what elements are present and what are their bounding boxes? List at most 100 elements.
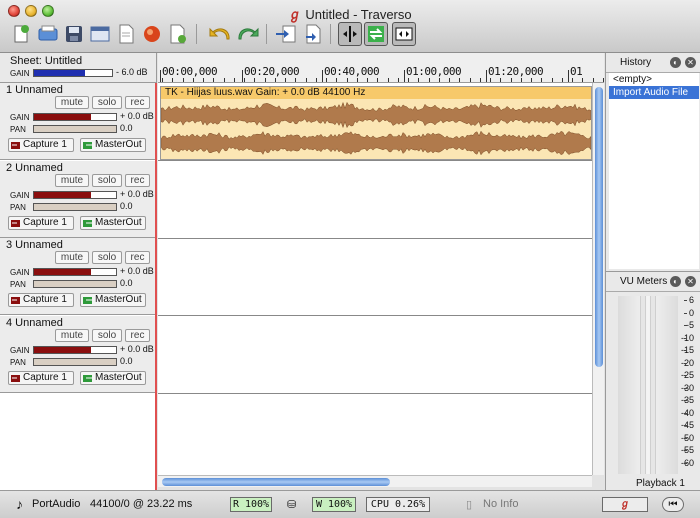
close-panel-icon[interactable]: ✕ xyxy=(685,276,696,287)
track-header[interactable]: 3 Unnamed mute solo rec GAIN + 0.0 dB PA… xyxy=(0,238,155,315)
float-panel-icon[interactable]: ◐ xyxy=(670,57,681,68)
pan-label: PAN xyxy=(10,280,26,289)
ruler-minor-tick xyxy=(275,78,276,82)
horizontal-scroll-thumb[interactable] xyxy=(162,478,390,486)
rec-button[interactable]: rec xyxy=(125,251,150,264)
mute-button[interactable]: mute xyxy=(55,251,89,264)
mute-button[interactable]: mute xyxy=(55,174,89,187)
save-button[interactable] xyxy=(62,22,86,46)
settings-button[interactable] xyxy=(88,22,112,46)
horizontal-scrollbar[interactable] xyxy=(158,475,592,487)
track-pan-slider[interactable] xyxy=(33,203,117,211)
track-name[interactable]: 2 Unnamed xyxy=(6,162,63,174)
output-bus-icon xyxy=(83,142,92,149)
track-gain-slider[interactable] xyxy=(33,191,117,199)
transport-start-button[interactable]: ⏮ xyxy=(662,497,684,512)
audio-clip[interactable]: TK - Hiijas luus.wav Gain: + 0.0 dB 4410… xyxy=(160,86,592,160)
ruler-minor-tick xyxy=(470,78,471,82)
follow-toggle[interactable] xyxy=(364,22,388,46)
waveform-channel xyxy=(161,130,591,156)
track-canvas[interactable]: TK - Hiijas luus.wav Gain: + 0.0 dB 4410… xyxy=(158,83,594,475)
vu-scale-tick xyxy=(684,350,687,351)
vertical-scroll-thumb[interactable] xyxy=(595,87,603,367)
vu-scale-tick xyxy=(684,300,687,301)
clip-button[interactable] xyxy=(302,22,326,46)
lane-divider xyxy=(158,160,594,161)
output-bus-button[interactable]: MasterOut xyxy=(80,138,146,152)
zoom-fit-icon xyxy=(395,27,413,41)
close-panel-icon[interactable]: ✕ xyxy=(685,57,696,68)
vu-channel-label: Playback 1 xyxy=(636,478,685,489)
track-name[interactable]: 1 Unnamed xyxy=(6,84,63,96)
clip-icon xyxy=(306,24,321,44)
timeline-ruler[interactable]: 00:00,000 00:20,000 00:40,000 01:00,000 01:2… xyxy=(158,53,604,83)
track-name[interactable]: 4 Unnamed xyxy=(6,317,63,329)
track-pan-slider[interactable] xyxy=(33,358,117,366)
track-header[interactable]: 1 Unnamed mute solo rec GAIN + 0.0 dB PA… xyxy=(0,83,155,160)
track-pan-slider[interactable] xyxy=(33,125,117,133)
solo-button[interactable]: solo xyxy=(92,251,122,264)
input-bus-icon xyxy=(11,297,20,304)
vu-meter xyxy=(618,296,678,474)
ruler-minor-tick xyxy=(285,78,286,82)
input-bus-button[interactable]: Capture 1 xyxy=(8,293,74,307)
output-bus-label: MasterOut xyxy=(95,294,142,305)
track-pan-slider[interactable] xyxy=(33,280,117,288)
vu-scale-tick xyxy=(684,337,687,339)
input-bus-label: Capture 1 xyxy=(23,217,67,228)
undo-button[interactable] xyxy=(208,22,232,46)
ruler-minor-tick xyxy=(336,78,337,82)
track-gain-slider[interactable] xyxy=(33,346,117,354)
master-gain-slider[interactable] xyxy=(33,69,113,77)
vu-scale-tick xyxy=(684,462,687,464)
output-bus-button[interactable]: MasterOut xyxy=(80,216,146,230)
input-bus-button[interactable]: Capture 1 xyxy=(8,371,74,385)
info-icon: ▯ xyxy=(466,499,473,511)
clip-label: TK - Hiijas luus.wav Gain: + 0.0 dB 4410… xyxy=(161,87,591,99)
track-gain-slider[interactable] xyxy=(33,113,117,121)
mute-button[interactable]: mute xyxy=(55,96,89,109)
ruler-minor-tick xyxy=(490,78,491,82)
ruler-minor-tick xyxy=(408,78,409,82)
rec-button[interactable]: rec xyxy=(125,329,150,342)
mute-button[interactable]: mute xyxy=(55,329,89,342)
solo-button[interactable]: solo xyxy=(92,96,122,109)
history-item[interactable]: Import Audio File xyxy=(609,86,699,99)
snap-toggle[interactable] xyxy=(338,22,362,46)
import-button[interactable] xyxy=(274,22,298,46)
history-item[interactable]: <empty> xyxy=(609,73,699,86)
export-button[interactable] xyxy=(166,22,190,46)
rec-button[interactable]: rec xyxy=(125,174,150,187)
output-bus-button[interactable]: MasterOut xyxy=(80,293,146,307)
info-label: No Info xyxy=(483,498,519,510)
solo-button[interactable]: solo xyxy=(92,174,122,187)
track-header[interactable]: 4 Unnamed mute solo rec GAIN + 0.0 dB PA… xyxy=(0,316,155,393)
ruler-minor-tick xyxy=(521,78,522,82)
new-project-button[interactable] xyxy=(10,22,34,46)
input-bus-button[interactable]: Capture 1 xyxy=(8,216,74,230)
track-gain-slider[interactable] xyxy=(33,268,117,276)
output-bus-button[interactable]: MasterOut xyxy=(80,371,146,385)
zoom-fit-toggle[interactable] xyxy=(392,22,416,46)
master-gain-fill xyxy=(34,70,85,76)
redo-button[interactable] xyxy=(236,22,260,46)
solo-button[interactable]: solo xyxy=(92,329,122,342)
float-panel-icon[interactable]: ◐ xyxy=(670,276,681,287)
traverso-status-button[interactable]: ℊ xyxy=(602,497,648,512)
history-list: <empty> Import Audio File xyxy=(609,73,699,269)
input-bus-button[interactable]: Capture 1 xyxy=(8,138,74,152)
open-button[interactable] xyxy=(36,22,60,46)
title-toolbar-bar: ℊ Untitled - Traverso xyxy=(0,0,700,53)
document-button[interactable] xyxy=(114,22,138,46)
gain-label: GAIN xyxy=(10,268,30,277)
record-button[interactable] xyxy=(140,22,164,46)
write-load-indicator: W 100% xyxy=(312,497,356,512)
ruler-minor-tick xyxy=(326,78,327,82)
rec-button[interactable]: rec xyxy=(125,96,150,109)
vertical-scrollbar[interactable] xyxy=(592,83,604,475)
ruler-minor-tick xyxy=(357,78,358,82)
track-header[interactable]: 2 Unnamed mute solo rec GAIN + 0.0 dB PA… xyxy=(0,161,155,238)
track-name[interactable]: 3 Unnamed xyxy=(6,239,63,251)
vu-scale-tick xyxy=(684,387,687,389)
ruler-minor-tick xyxy=(531,78,532,82)
